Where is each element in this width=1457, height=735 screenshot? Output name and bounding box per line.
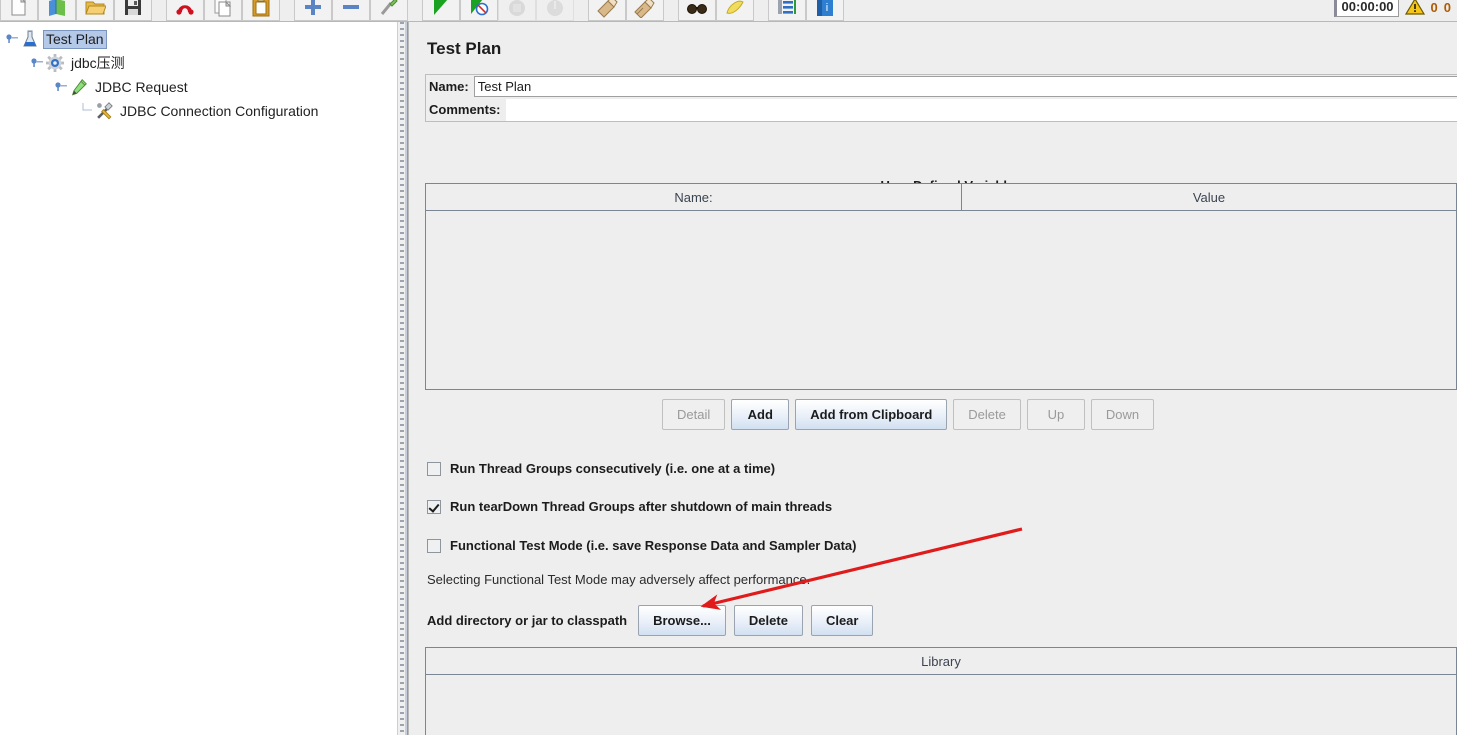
- toolbar-group-file: [0, 0, 152, 21]
- toolbar-group-search: [678, 0, 754, 21]
- start-icon[interactable]: [422, 0, 460, 21]
- tree-leaf-elbow-icon: [78, 103, 94, 119]
- test-plan-tree[interactable]: Test Plan jdbc压测 JDBC Request JDBC Conne…: [0, 22, 397, 735]
- functional-test-mode-checkbox[interactable]: [427, 538, 441, 553]
- down-button[interactable]: Down: [1090, 399, 1155, 430]
- tree-node-jdbc-connection-configuration[interactable]: JDBC Connection Configuration: [78, 100, 321, 122]
- jdbc-config-icon: [94, 101, 114, 121]
- tree-node-jdbc-request[interactable]: JDBC Request: [53, 76, 191, 98]
- delete-button[interactable]: Delete: [953, 399, 1021, 430]
- functional-test-mode-label: Functional Test Mode (i.e. save Response…: [450, 538, 857, 553]
- thread-group-icon: [45, 53, 65, 73]
- toolbar-separator-3: [408, 0, 422, 21]
- test-plan-icon: [20, 29, 40, 49]
- jdbc-request-icon: [69, 77, 89, 97]
- tree-node-test-plan[interactable]: Test Plan: [4, 28, 107, 50]
- warning-count: 0: [1430, 0, 1438, 15]
- name-comments-group: Name: Comments:: [425, 74, 1457, 122]
- help-icon[interactable]: i: [806, 0, 844, 21]
- run-consecutively-label: Run Thread Groups consecutively (i.e. on…: [450, 461, 776, 476]
- classpath-label: Add directory or jar to classpath: [427, 613, 628, 628]
- tree-node-thread-group[interactable]: jdbc压测: [29, 52, 128, 74]
- search-icon[interactable]: [678, 0, 716, 21]
- svg-text:i: i: [826, 2, 828, 14]
- browse-button[interactable]: Browse...: [638, 605, 726, 636]
- table-header-row: Library: [426, 648, 1456, 675]
- search-reset-icon[interactable]: [716, 0, 754, 21]
- functional-test-mode-note: Selecting Functional Test Mode may adver…: [427, 572, 811, 587]
- divider-grip-icon: [400, 22, 404, 735]
- toolbar-separator-5: [664, 0, 678, 21]
- run-teardown-checkbox[interactable]: [427, 499, 441, 514]
- active-thread-count: 0: [1443, 0, 1451, 15]
- name-input[interactable]: [473, 76, 1457, 97]
- tree-node-label[interactable]: JDBC Connection Configuration: [117, 102, 321, 121]
- expand-handle-icon[interactable]: [53, 79, 69, 95]
- library-table[interactable]: Library: [425, 647, 1457, 735]
- toolbar-status-cluster: 00:00:00 0 0: [1334, 0, 1457, 21]
- shutdown-icon: [536, 0, 574, 21]
- comments-row: Comments:: [426, 98, 1457, 121]
- run-teardown-row[interactable]: Run tearDown Thread Groups after shutdow…: [427, 499, 832, 514]
- split-pane-divider[interactable]: [397, 22, 409, 735]
- toolbar-group-help: i: [768, 0, 844, 21]
- open-icon[interactable]: [76, 0, 114, 21]
- stop-icon: [498, 0, 536, 21]
- run-consecutively-row[interactable]: Run Thread Groups consecutively (i.e. on…: [427, 461, 775, 476]
- user-defined-variables-table[interactable]: Name: Value: [425, 183, 1457, 390]
- toolbar-separator-4: [574, 0, 588, 21]
- user-defined-variables-buttons: Detail Add Add from Clipboard Delete Up …: [662, 399, 1155, 430]
- divider-band: [405, 22, 408, 735]
- expand-all-icon[interactable]: [294, 0, 332, 21]
- elapsed-timer: 00:00:00: [1334, 0, 1399, 17]
- functional-test-mode-row[interactable]: Functional Test Mode (i.e. save Response…: [427, 538, 856, 553]
- detail-button[interactable]: Detail: [662, 399, 726, 430]
- name-label: Name:: [429, 79, 469, 94]
- up-button[interactable]: Up: [1026, 399, 1085, 430]
- toolbar-separator-1: [152, 0, 166, 21]
- run-consecutively-checkbox[interactable]: [427, 461, 441, 476]
- toolbar-group-clear: [588, 0, 664, 21]
- clear-icon[interactable]: [588, 0, 626, 21]
- column-header-library[interactable]: Library: [426, 648, 1456, 674]
- run-teardown-label: Run tearDown Thread Groups after shutdow…: [450, 499, 833, 514]
- start-no-timers-icon[interactable]: [460, 0, 498, 21]
- clear-all-icon[interactable]: [626, 0, 664, 21]
- add-from-clipboard-button[interactable]: Add from Clipboard: [795, 399, 948, 430]
- function-helper-icon[interactable]: [768, 0, 806, 21]
- column-header-name[interactable]: Name:: [426, 184, 962, 210]
- toolbar-separator-6: [754, 0, 768, 21]
- classpath-delete-button[interactable]: Delete: [733, 605, 803, 636]
- main-toolbar: i 00:00:00 0 0: [0, 0, 1457, 22]
- warning-icon[interactable]: [1404, 0, 1425, 18]
- comments-input[interactable]: [505, 98, 1457, 121]
- toolbar-separator-2: [280, 0, 294, 21]
- comments-label: Comments:: [429, 102, 501, 117]
- expand-handle-icon[interactable]: [4, 31, 20, 47]
- toggle-icon[interactable]: [370, 0, 408, 21]
- new-icon[interactable]: [0, 0, 38, 21]
- save-icon[interactable]: [114, 0, 152, 21]
- tree-node-label[interactable]: Test Plan: [43, 29, 107, 49]
- add-button[interactable]: Add: [731, 399, 790, 430]
- copy-icon[interactable]: [204, 0, 242, 21]
- collapse-all-icon[interactable]: [332, 0, 370, 21]
- tree-node-label[interactable]: jdbc压测: [68, 54, 128, 73]
- page-title: Test Plan: [427, 39, 502, 58]
- paste-icon[interactable]: [242, 0, 280, 21]
- name-row: Name:: [426, 75, 1457, 98]
- column-header-value[interactable]: Value: [962, 184, 1456, 210]
- expand-handle-icon[interactable]: [29, 55, 45, 71]
- toolbar-group-run: [422, 0, 574, 21]
- toolbar-group-tree: [294, 0, 408, 21]
- clear-red-icon[interactable]: [166, 0, 204, 21]
- table-header-row: Name: Value: [426, 184, 1456, 211]
- toolbar-group-edit: [166, 0, 280, 21]
- classpath-row: Add directory or jar to classpath Browse…: [427, 605, 874, 636]
- templates-icon[interactable]: [38, 0, 76, 21]
- tree-node-label[interactable]: JDBC Request: [92, 78, 191, 97]
- classpath-clear-button[interactable]: Clear: [810, 605, 874, 636]
